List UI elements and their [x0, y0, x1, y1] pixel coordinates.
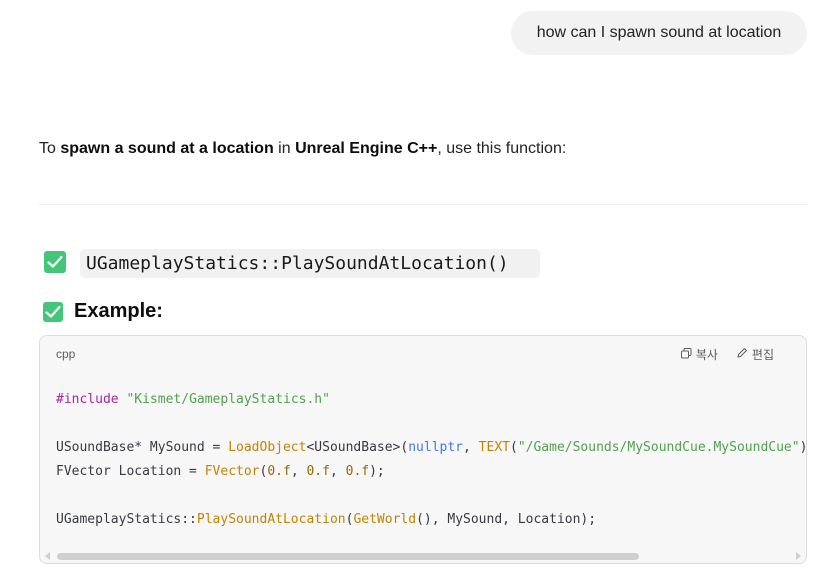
- intro-text-3: , use this function:: [437, 140, 567, 157]
- code-token: (), MySound, Location);: [416, 512, 597, 527]
- code-token: ));: [799, 440, 807, 455]
- code-token: (: [509, 440, 518, 455]
- code-content: #include "Kismet/GameplayStatics.h" USoun…: [56, 388, 806, 532]
- code-line: FVector Location = FVector(0.f, 0.f, 0.f…: [56, 460, 806, 484]
- code-token: 0.f: [267, 464, 291, 479]
- intro-text-2: in: [273, 140, 296, 157]
- code-language-label: cpp: [56, 347, 76, 361]
- function-name-code: UGameplayStatics::PlaySoundAtLocation(): [80, 249, 540, 278]
- code-token: nullptr: [408, 440, 464, 455]
- code-line: #include "Kismet/GameplayStatics.h": [56, 388, 806, 412]
- code-token: FVector Location =: [56, 464, 205, 479]
- code-token: 0.f: [345, 464, 370, 479]
- section-divider: [39, 204, 807, 205]
- code-token: ,: [290, 464, 307, 479]
- pencil-icon: [736, 347, 748, 362]
- code-block: cpp 복사 편집 #include "Kismet/GameplayStati…: [39, 335, 807, 564]
- code-token: UGameplayStatics::: [56, 512, 197, 527]
- code-actions: 복사 편집: [680, 346, 774, 363]
- code-token: ,: [463, 440, 479, 455]
- example-heading: Example:: [74, 300, 163, 322]
- intro-text-1: To: [39, 140, 61, 157]
- copy-label: 복사: [695, 348, 718, 362]
- user-message-text: how can I spawn sound at location: [536, 24, 782, 41]
- check-mark-icon: [43, 302, 63, 322]
- code-token: 0.f: [306, 464, 330, 479]
- intro-bold-1: spawn a sound at a location: [60, 140, 274, 157]
- intro-bold-2: Unreal Engine C++: [295, 140, 438, 157]
- copy-icon: [680, 347, 692, 362]
- code-token: );: [369, 464, 385, 479]
- scroll-left-arrow-icon[interactable]: [45, 552, 50, 560]
- user-message-bubble: how can I spawn sound at location: [511, 11, 807, 55]
- code-token: #include: [56, 392, 119, 407]
- code-token: "Kismet/GameplayStatics.h": [126, 392, 330, 407]
- code-token: USoundBase* MySound =: [56, 440, 229, 455]
- assistant-intro-text: To spawn a sound at a location in Unreal…: [39, 140, 566, 158]
- code-token: PlaySoundAtLocation: [196, 512, 346, 527]
- code-token: FVector: [204, 464, 260, 479]
- code-token: TEXT: [478, 440, 510, 455]
- check-mark-icon: [44, 251, 66, 273]
- code-token: "/Game/Sounds/MySoundCue.MySoundCue": [517, 440, 800, 455]
- code-token: <USoundBase>(: [306, 440, 409, 455]
- code-token: GetWorld: [353, 512, 417, 527]
- code-token: LoadObject: [228, 440, 307, 455]
- edit-label: 편집: [751, 348, 774, 362]
- code-line: UGameplayStatics::PlaySoundAtLocation(Ge…: [56, 508, 806, 532]
- copy-button[interactable]: 복사: [680, 346, 718, 363]
- code-token: ,: [329, 464, 346, 479]
- scrollbar-thumb[interactable]: [57, 553, 639, 560]
- edit-button[interactable]: 편집: [736, 346, 774, 363]
- code-line: USoundBase* MySound = LoadObject<USoundB…: [56, 436, 806, 460]
- horizontal-scrollbar[interactable]: [40, 549, 806, 563]
- scroll-right-arrow-icon[interactable]: [796, 552, 801, 560]
